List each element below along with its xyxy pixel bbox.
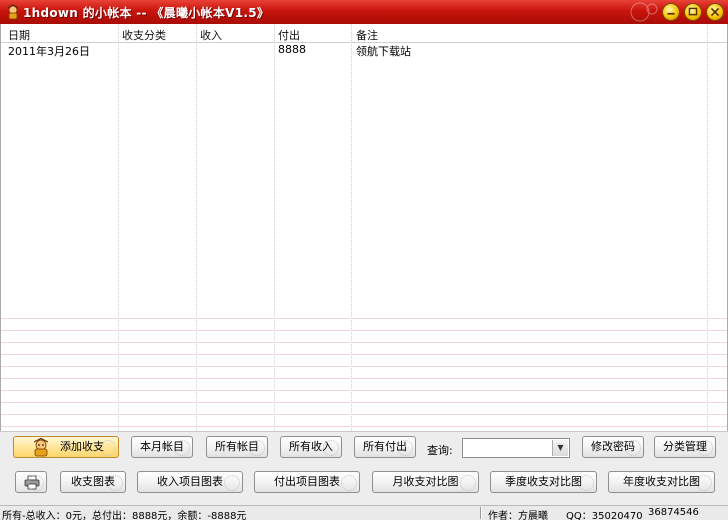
column-header-category[interactable]: 收支分类 [122,27,166,43]
mascot-icon [7,4,19,20]
all-books-label: 所有帐目 [215,440,259,453]
income-chart-button[interactable]: 收入项目图表 [137,471,243,493]
expense-chart-button[interactable]: 付出项目图表 [254,471,360,493]
table-header: 日期 收支分类 收入 付出 备注 [1,26,727,43]
print-button[interactable] [15,471,47,493]
all-income-label: 所有收入 [289,440,333,453]
all-expense-button[interactable]: 所有付出 [354,436,416,458]
row-divider [1,342,727,343]
row-divider [1,354,727,355]
title-decoration [630,2,658,22]
status-bar: 所有-总收入：0元，总付出：8888元，余额：-8888元 作者：方晨曦 QQ：… [0,505,728,520]
maximize-button[interactable] [684,3,702,21]
column-header-income[interactable]: 收入 [200,27,222,43]
column-divider [274,24,275,431]
change-password-button[interactable]: 修改密码 [582,436,644,458]
close-button[interactable] [706,3,724,21]
row-divider [1,390,727,391]
row-divider [1,366,727,367]
column-divider [118,24,119,431]
row-divider [1,318,727,319]
category-manage-label: 分类管理 [663,440,707,453]
quarter-compare-button[interactable]: 季度收支对比图 [490,471,597,493]
window-title: 1hdown 的小帐本 -- 《晨曦小帐本V1.5》 [23,6,270,20]
maximize-icon [688,7,698,16]
month-books-label: 本月帐目 [140,440,184,453]
column-divider [351,24,352,431]
chevron-down-icon[interactable]: ▼ [552,440,568,456]
chart-button[interactable]: 收支图表 [60,471,126,493]
category-manage-button[interactable]: 分类管理 [654,436,716,458]
printer-icon [24,475,40,490]
year-compare-label: 年度收支对比图 [623,475,700,488]
cell-expense: 8888 [278,43,306,56]
month-compare-label: 月收支对比图 [392,475,459,488]
column-divider [707,24,708,431]
add-record-button[interactable]: 添加收支 [13,436,119,458]
cell-date: 2011年3月26日 [8,45,90,58]
income-chart-label: 收入项目图表 [157,475,223,488]
all-expense-label: 所有付出 [363,440,407,453]
add-record-label: 添加收支 [60,440,104,453]
minimize-icon [667,12,675,15]
minimize-button[interactable] [662,3,680,21]
records-table[interactable]: 日期 收支分类 收入 付出 备注 2011年3月26日 8888 领航下载站 [0,24,728,431]
status-separator [480,507,482,519]
row-divider [1,378,727,379]
change-password-label: 修改密码 [591,440,635,453]
cell-note: 领航下载站 [356,45,411,58]
status-qq: QQ：35020470 [566,511,643,520]
row-divider [1,402,727,403]
table-row[interactable]: 2011年3月26日 8888 领航下载站 [1,43,727,58]
column-divider [196,24,197,431]
month-books-button[interactable]: 本月帐目 [131,436,193,458]
chart-label: 收支图表 [71,475,115,488]
all-books-button[interactable]: 所有帐目 [206,436,268,458]
quarter-compare-label: 季度收支对比图 [505,475,582,488]
year-compare-button[interactable]: 年度收支对比图 [608,471,715,493]
column-header-note[interactable]: 备注 [356,27,378,43]
column-header-expense[interactable]: 付出 [278,27,300,43]
row-divider [1,414,727,415]
status-qq-second: 36874546 [648,507,699,518]
all-income-button[interactable]: 所有收入 [280,436,342,458]
column-header-date[interactable]: 日期 [8,27,30,43]
row-divider [1,330,727,331]
query-select[interactable]: ▼ [462,438,570,458]
expense-chart-label: 付出项目图表 [274,475,340,488]
close-icon [710,7,720,17]
status-summary: 所有-总收入：0元，总付出：8888元，余额：-8888元 [2,511,247,520]
query-label: 查询: [427,444,453,457]
toolbar-panel: 添加收支 本月帐目 所有帐目 所有收入 所有付出 查询: ▼ 修改密码 分类管理… [0,431,728,505]
row-divider [1,426,727,427]
status-author: 作者：方晨曦 [488,511,548,520]
month-compare-button[interactable]: 月收支对比图 [372,471,479,493]
title-bar[interactable]: 1hdown 的小帐本 -- 《晨曦小帐本V1.5》 [0,0,728,24]
